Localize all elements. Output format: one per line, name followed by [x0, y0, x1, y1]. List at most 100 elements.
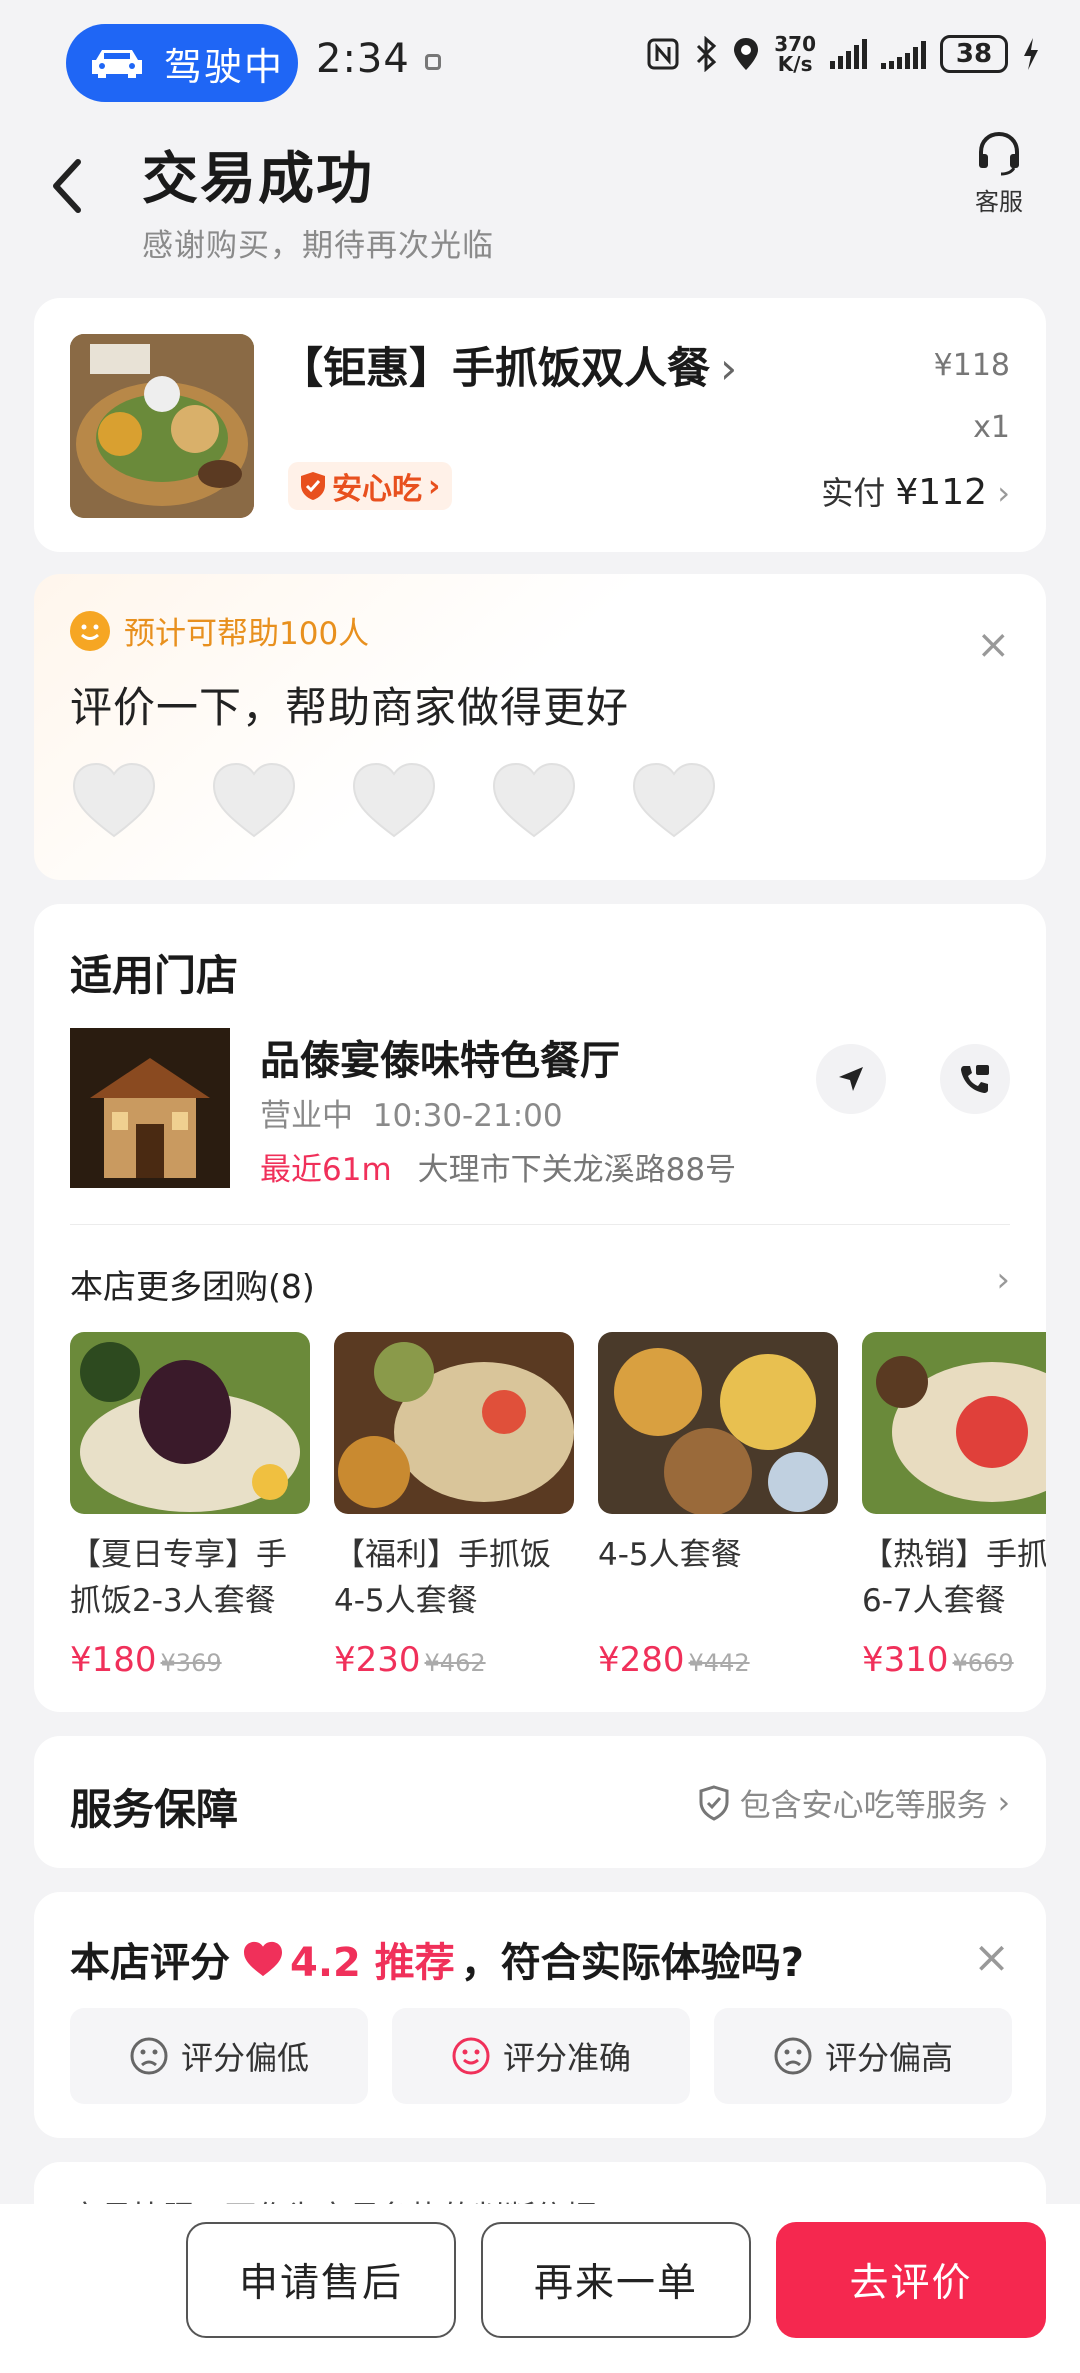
service-summary[interactable]: 包含安心吃等服务 ›: [698, 1780, 1010, 1825]
rating-low-button[interactable]: 评分偏低: [70, 2008, 368, 2104]
shield-check-icon: [699, 1784, 729, 1821]
deal-original-price: ¥462: [424, 1649, 486, 1677]
heart-icon-5[interactable]: [630, 760, 718, 840]
reorder-button[interactable]: 再来一单: [481, 2222, 751, 2338]
headset-icon: [979, 131, 1019, 176]
rating-score: 4.2 推荐: [290, 1940, 455, 1986]
product-name-text: 【钜惠】手抓饭双人餐: [280, 344, 710, 394]
product-thumbnail: [70, 334, 254, 518]
store-status: 营业中: [260, 1098, 353, 1134]
product-name[interactable]: 【钜惠】手抓饭双人餐 ›: [280, 334, 737, 396]
close-icon[interactable]: ×: [973, 1932, 1010, 1983]
chevron-right-icon: ›: [997, 1784, 1010, 1821]
charging-icon: [1024, 38, 1038, 70]
car-icon: [92, 50, 142, 78]
deal-card[interactable]: 【福利】手抓饭 4-5人套餐 ¥230 ¥462: [334, 1332, 574, 1680]
store-photo[interactable]: [70, 1028, 230, 1188]
rating-prefix: 本店评分: [70, 1940, 230, 1986]
nfc-icon: [647, 38, 679, 70]
store-hours: 营业中 10:30-21:00: [260, 1090, 563, 1135]
deal-image: [862, 1332, 1046, 1514]
review-prompt-card: 预计可帮助100人 × 评价一下，帮助商家做得更好: [34, 574, 1046, 880]
service-title: 服务保障: [70, 1785, 239, 1834]
unit-price: ¥118: [933, 348, 1010, 383]
deal-card[interactable]: 【夏日专享】手 抓饭2-3人套餐 ¥180 ¥369: [70, 1332, 310, 1680]
navigation-arrow-icon: [839, 1067, 863, 1091]
chevron-right-icon[interactable]: ›: [996, 1260, 1010, 1300]
store-hours-text: 10:30-21:00: [372, 1098, 563, 1134]
chevron-right-icon: ›: [720, 344, 738, 394]
deal-original-price: ¥369: [160, 1649, 222, 1677]
bottom-action-bar: 申请售后 再来一单 去评价: [0, 2204, 1080, 2373]
phone-icon: [961, 1065, 989, 1093]
close-icon[interactable]: ×: [976, 622, 1010, 668]
chevron-right-icon: ›: [428, 468, 441, 504]
review-prompt-text: 评价一下，帮助商家做得更好: [70, 683, 630, 732]
customer-service-label: 客服: [975, 188, 1023, 216]
battery-indicator: 38: [940, 35, 1008, 73]
service-guarantee-card[interactable]: 服务保障 包含安心吃等服务 ›: [34, 1736, 1046, 1868]
network-speed-value: 370: [774, 32, 816, 56]
safe-eat-label: 安心吃: [332, 472, 422, 507]
store-name[interactable]: 品傣宴傣味特色餐厅: [260, 1028, 620, 1086]
customer-service-button[interactable]: 客服: [964, 130, 1034, 217]
driving-mode-pill[interactable]: 驾驶中: [66, 24, 298, 102]
deal-price-value: ¥280: [598, 1640, 685, 1680]
heart-rating: [70, 760, 718, 840]
back-arrow-icon[interactable]: [48, 156, 88, 216]
page-title: 交易成功: [142, 147, 374, 212]
store-address: 最近61m 大理市下关龙溪路88号: [260, 1144, 736, 1189]
more-deals-link[interactable]: 本店更多团购(8): [70, 1260, 315, 1308]
store-address-text: 大理市下关龙溪路88号: [417, 1152, 737, 1188]
sad-face-icon: [130, 2037, 168, 2075]
store-distance: 最近61m: [260, 1152, 392, 1188]
deal-price-value: ¥230: [334, 1640, 421, 1680]
rating-low-label: 评分偏低: [180, 2039, 309, 2077]
deal-card[interactable]: 4-5人套餐 ¥280 ¥442: [598, 1332, 838, 1680]
deal-image: [334, 1332, 574, 1514]
heart-icon: [244, 1941, 282, 1977]
deal-price: ¥280 ¥442: [598, 1640, 838, 1680]
deal-carousel[interactable]: 【夏日专享】手 抓饭2-3人套餐 ¥180 ¥369 【福利】手抓饭 4-5人套餐…: [70, 1332, 1046, 1692]
rating-high-button[interactable]: 评分偏高: [714, 2008, 1012, 2104]
paid-label: 实付: [821, 474, 886, 512]
rating-high-label: 评分偏高: [824, 2039, 953, 2077]
heart-icon-4[interactable]: [490, 760, 578, 840]
rating-accurate-button[interactable]: 评分准确: [392, 2008, 690, 2104]
navigate-button[interactable]: [816, 1044, 886, 1114]
sad-face-icon: [774, 2037, 812, 2075]
heart-icon-3[interactable]: [350, 760, 438, 840]
heart-icon-1[interactable]: [70, 760, 158, 840]
page-header: 交易成功 感谢购买，期待再次光临 客服: [0, 128, 1080, 278]
deal-original-price: ¥442: [688, 1649, 750, 1677]
quantity: x1: [973, 410, 1010, 445]
deal-card[interactable]: 【热销】手抓饭 6-7人套餐 ¥310¥669: [862, 1332, 1046, 1680]
deal-original-price: ¥669: [952, 1649, 1014, 1677]
after-sales-button[interactable]: 申请售后: [186, 2222, 456, 2338]
heart-icon-2[interactable]: [210, 760, 298, 840]
deal-price: ¥180 ¥369: [70, 1640, 310, 1680]
shield-icon: [301, 472, 325, 500]
chevron-right-icon: ›: [997, 474, 1010, 512]
order-card[interactable]: 【钜惠】手抓饭双人餐 › ¥118 x1 实付 ¥112 › 安心吃 ›: [34, 298, 1046, 552]
rating-suffix: ，符合实际体验吗?: [460, 1940, 804, 1986]
status-bar: 驾驶中 2:34 370 K/s 38: [0, 0, 1080, 120]
rating-options: 评分偏低 评分准确 评分偏高: [70, 2008, 1012, 2104]
deal-name: 【热销】手抓饭 6-7人套餐: [862, 1537, 1046, 1619]
paid-amount[interactable]: 实付 ¥112 ›: [821, 468, 1010, 514]
signal-icon: [830, 39, 867, 69]
deal-price: ¥310 ¥669: [862, 1640, 1046, 1680]
signal-icon-2: [881, 39, 926, 69]
service-summary-text: 包含安心吃等服务: [739, 1788, 988, 1824]
deal-name: 【夏日专享】手 抓饭2-3人套餐: [70, 1537, 287, 1619]
call-button[interactable]: [940, 1044, 1010, 1114]
divider: [70, 1224, 1010, 1225]
rating-question: 本店评分 4.2 推荐 ，符合实际体验吗?: [70, 1930, 804, 1988]
paid-value: ¥112: [895, 472, 988, 513]
deal-price: ¥230 ¥462: [334, 1640, 574, 1680]
store-section-title: 适用门店: [70, 951, 239, 1000]
notification-icon: [425, 54, 441, 70]
safe-eat-badge[interactable]: 安心吃 ›: [288, 462, 453, 510]
rating-accurate-label: 评分准确: [502, 2039, 631, 2077]
write-review-button[interactable]: 去评价: [776, 2222, 1046, 2338]
